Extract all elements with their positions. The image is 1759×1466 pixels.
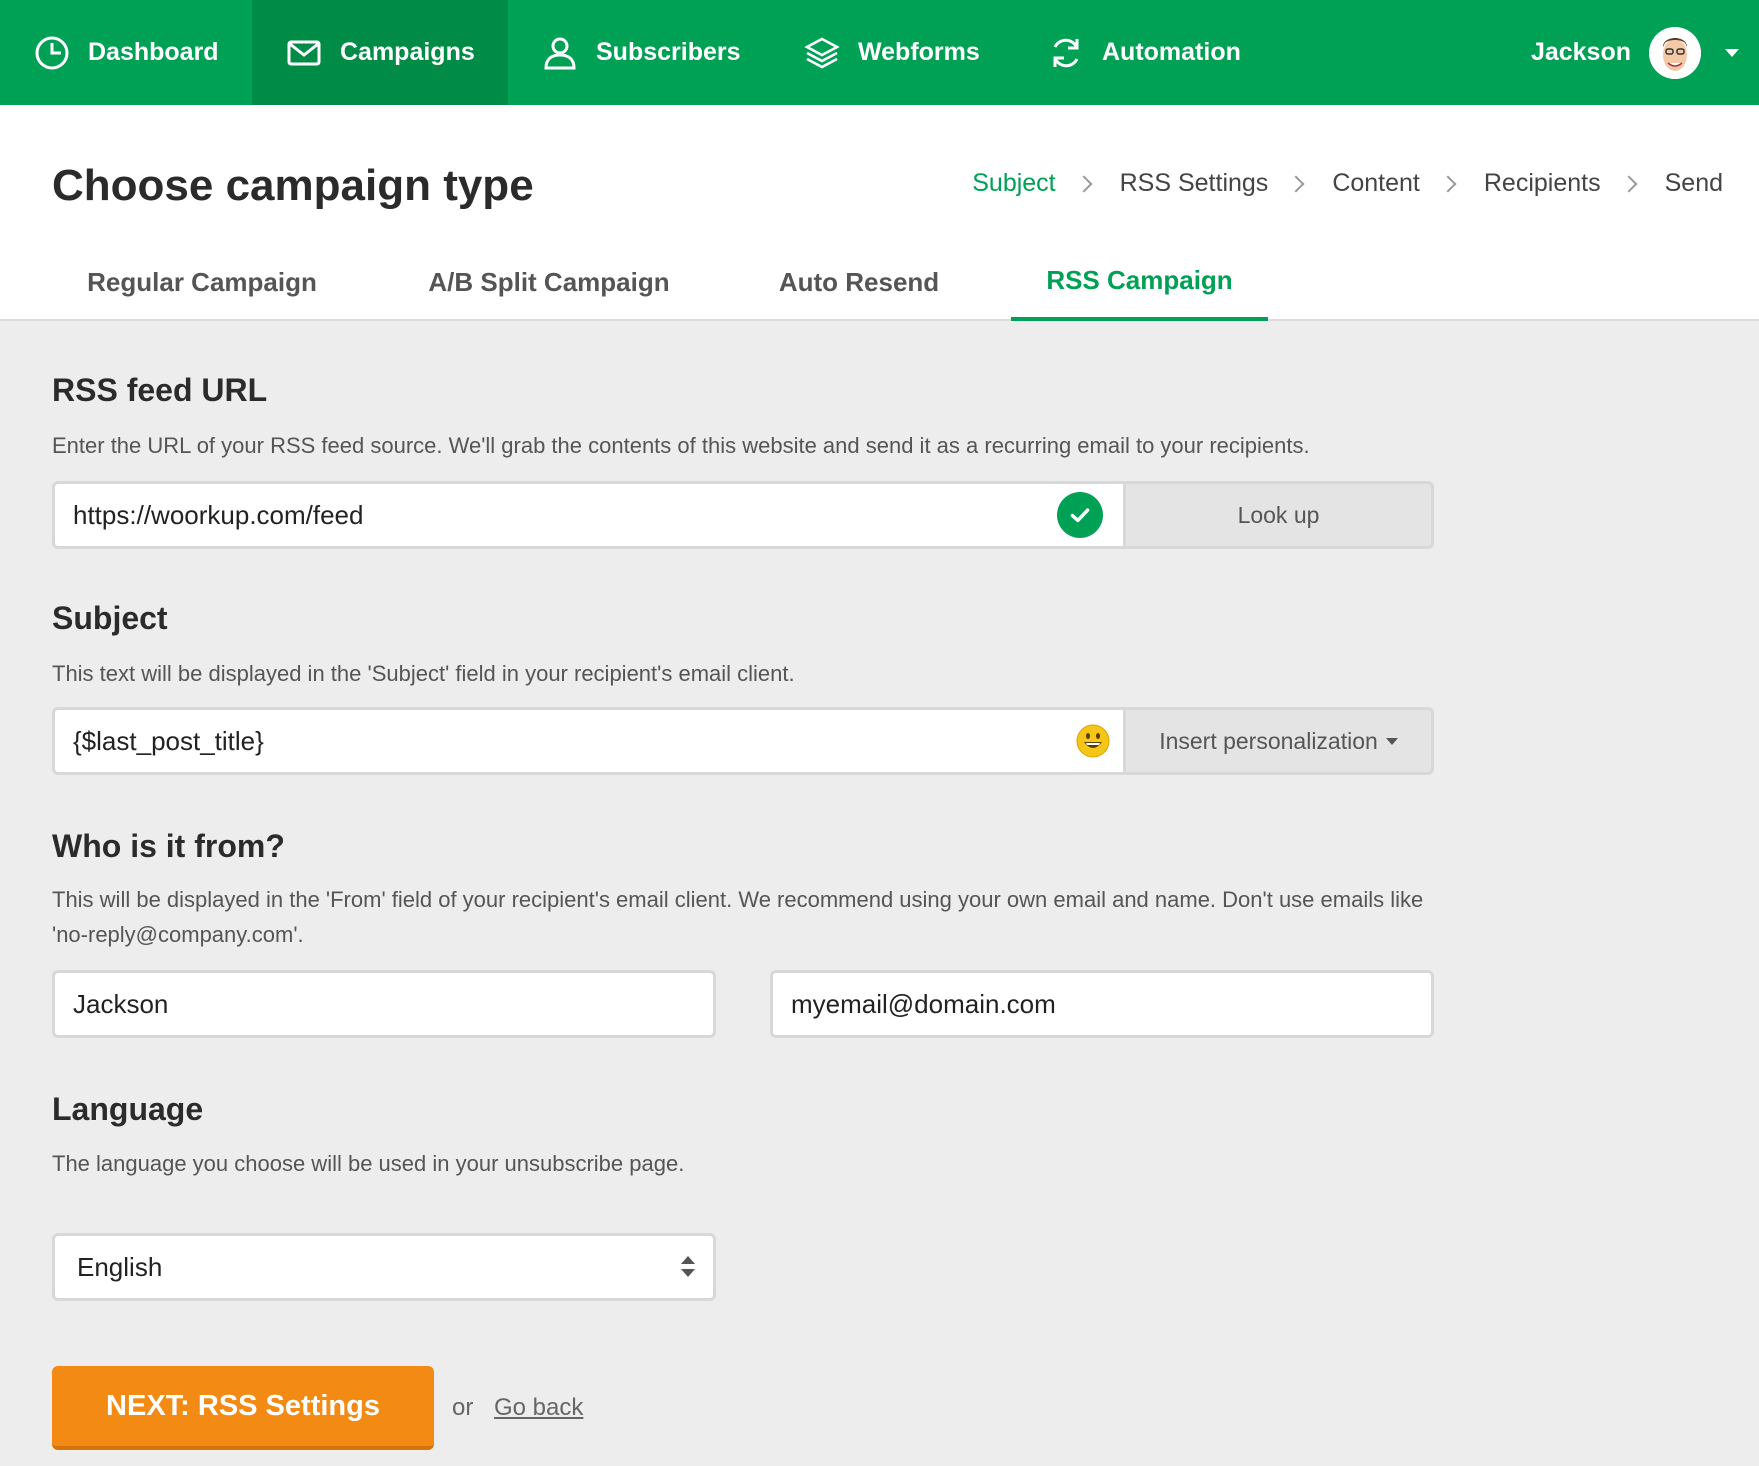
from-name-input[interactable]: Jackson — [52, 970, 716, 1038]
chevron-right-icon — [1620, 175, 1638, 192]
breadcrumb-step-rss-settings[interactable]: RSS Settings — [1120, 169, 1269, 198]
caret-down-icon — [1385, 737, 1398, 745]
nav-item-subscribers[interactable]: Subscribers — [508, 0, 770, 105]
or-text: or — [452, 1394, 474, 1421]
avatar-face-icon — [1649, 26, 1701, 79]
breadcrumb: Subject RSS Settings Content Recipients … — [972, 169, 1723, 198]
breadcrumb-step-content[interactable]: Content — [1332, 169, 1420, 198]
user-name: Jackson — [1530, 38, 1631, 66]
insert-personalization-dropdown[interactable]: Insert personalization — [1126, 707, 1434, 775]
language-select[interactable]: English — [52, 1233, 716, 1301]
smiley-emoji-icon[interactable] — [1076, 724, 1110, 758]
tab-rss-campaign[interactable]: RSS Campaign — [1011, 243, 1268, 321]
tab-regular-campaign[interactable]: Regular Campaign — [52, 243, 352, 321]
nav-item-dashboard[interactable]: Dashboard — [0, 0, 252, 105]
refresh-icon — [1053, 38, 1079, 67]
nav-item-label: Webforms — [858, 38, 980, 66]
rss-help-text: Enter the URL of your RSS feed source. W… — [52, 433, 1310, 458]
next-rss-settings-button[interactable]: NEXT: RSS Settings — [52, 1366, 434, 1450]
from-email-value: myemail@domain.com — [791, 988, 1056, 1019]
subject-help-text: This text will be displayed in the 'Subj… — [52, 661, 795, 686]
language-selected-value: English — [77, 1251, 163, 1282]
envelope-icon — [287, 40, 321, 65]
nav-item-webforms[interactable]: Webforms — [770, 0, 1014, 105]
rss-section-title: RSS feed URL — [52, 372, 268, 408]
rss-url-value: https://woorkup.com/feed — [73, 499, 364, 530]
dashboard-clock-icon — [35, 36, 69, 69]
breadcrumb-step-send[interactable]: Send — [1665, 169, 1723, 198]
from-help-text: This will be displayed in the 'From' fie… — [52, 887, 1424, 947]
page-title: Choose campaign type — [52, 161, 534, 210]
user-icon — [544, 37, 576, 69]
select-arrows-icon — [681, 1256, 695, 1277]
nav-item-automation[interactable]: Automation — [1014, 0, 1284, 105]
insert-personalization-label: Insert personalization — [1159, 727, 1378, 754]
top-nav-bar: Dashboard Campaigns Subscribers Webforms… — [0, 0, 1759, 105]
rss-url-input[interactable]: https://woorkup.com/feed — [52, 481, 1126, 549]
check-circle-icon — [1057, 492, 1103, 538]
chevron-right-icon — [1439, 175, 1457, 192]
nav-item-label: Dashboard — [88, 38, 219, 66]
tab-ab-split-campaign[interactable]: A/B Split Campaign — [398, 243, 700, 321]
nav-item-label: Automation — [1102, 38, 1241, 66]
campaign-type-tabs: Regular Campaign A/B Split Campaign Auto… — [0, 243, 1759, 321]
from-email-input[interactable]: myemail@domain.com — [770, 970, 1434, 1038]
page-header: Choose campaign type Subject RSS Setting… — [0, 105, 1759, 321]
subject-input[interactable]: {$last_post_title} — [52, 707, 1126, 775]
user-menu[interactable]: Jackson — [1531, 0, 1759, 105]
nav-item-campaigns[interactable]: Campaigns — [252, 0, 508, 105]
nav-item-label: Subscribers — [596, 38, 741, 66]
subject-section-title: Subject — [52, 600, 168, 636]
subject-value: {$last_post_title} — [73, 725, 264, 756]
look-up-button[interactable]: Look up — [1126, 481, 1434, 549]
chevron-right-icon — [1075, 175, 1093, 192]
language-help-text: The language you choose will be used in … — [52, 1151, 685, 1176]
layers-icon — [804, 37, 840, 68]
from-section-title: Who is it from? — [52, 828, 285, 864]
chevron-down-icon[interactable] — [1725, 48, 1739, 57]
nav-item-label: Campaigns — [340, 38, 475, 66]
breadcrumb-step-recipients[interactable]: Recipients — [1484, 169, 1601, 198]
from-name-value: Jackson — [73, 988, 169, 1019]
go-back-link[interactable]: Go back — [494, 1394, 583, 1422]
chevron-right-icon — [1287, 175, 1305, 192]
avatar — [1649, 26, 1701, 79]
tab-auto-resend[interactable]: Auto Resend — [740, 243, 978, 321]
language-section-title: Language — [52, 1091, 204, 1127]
breadcrumb-step-subject[interactable]: Subject — [972, 169, 1055, 198]
